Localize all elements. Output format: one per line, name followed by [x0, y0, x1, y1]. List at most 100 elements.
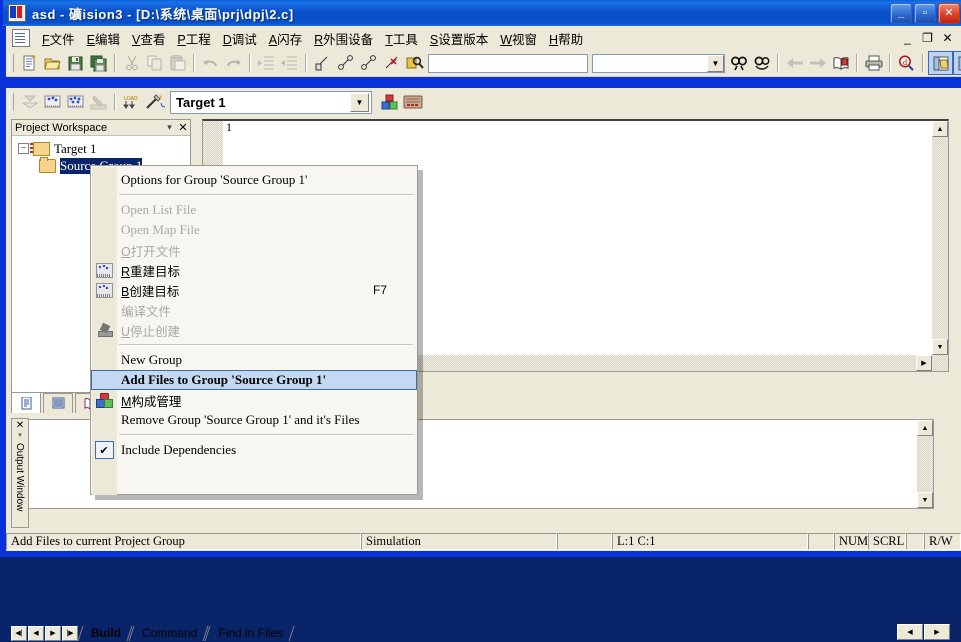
- nav-next-button[interactable]: ▶: [45, 626, 61, 641]
- replace-icon[interactable]: [750, 52, 773, 74]
- mdi-restore-button[interactable]: ❐: [918, 29, 937, 46]
- menu-peripherals[interactable]: R外围设备: [308, 26, 379, 51]
- toolbar-grip[interactable]: [9, 54, 14, 72]
- menu-debug[interactable]: D调试: [217, 26, 263, 51]
- tree-node-target[interactable]: – Target 1: [18, 140, 190, 157]
- editor-vertical-scrollbar[interactable]: ▲ ▼: [932, 121, 948, 371]
- output-close-icon[interactable]: ✕: [12, 420, 28, 431]
- output-minimize-icon[interactable]: ▾: [12, 431, 28, 439]
- download-icon[interactable]: LOAD: [120, 91, 143, 113]
- rebuild-all-icon[interactable]: [64, 91, 87, 113]
- panel-minimize-icon[interactable]: ▾: [163, 122, 176, 133]
- build-icon: [91, 281, 117, 299]
- menu-item-new-group[interactable]: New Group: [91, 350, 417, 370]
- document-icon: [12, 29, 30, 47]
- forward-icon[interactable]: [806, 52, 829, 74]
- scroll-down-icon[interactable]: ▼: [917, 492, 933, 508]
- nav-last-button[interactable]: |▶: [62, 626, 78, 641]
- scroll-down-icon[interactable]: ▼: [932, 339, 948, 355]
- menu-help[interactable]: H帮助: [543, 26, 589, 51]
- tab-find-in-files[interactable]: Find in Files: [206, 625, 292, 642]
- translate-icon[interactable]: [18, 91, 41, 113]
- scroll-up-icon[interactable]: ▲: [917, 420, 933, 436]
- output-horizontal-scrollbar[interactable]: ◀ ▶: [897, 624, 957, 641]
- build-target-icon[interactable]: [41, 91, 64, 113]
- hscroll-right-icon[interactable]: ▶: [924, 624, 950, 640]
- menu-item-rebuild-target-mnemonic: R: [121, 265, 130, 279]
- nav-prev-button[interactable]: ◀: [28, 626, 44, 641]
- nav-first-button[interactable]: ◀|: [11, 626, 27, 641]
- menu-view[interactable]: V查看: [126, 26, 171, 51]
- outdent-icon[interactable]: [278, 52, 301, 74]
- toggle-bookmark-icon[interactable]: [311, 52, 334, 74]
- find-in-files-icon[interactable]: [403, 52, 426, 74]
- scroll-right-icon[interactable]: ▶: [916, 355, 932, 371]
- close-button[interactable]: ✕: [938, 3, 960, 24]
- open-file-icon[interactable]: [41, 52, 64, 74]
- menu-tools[interactable]: T工具: [379, 26, 424, 51]
- save-all-icon[interactable]: [87, 52, 110, 74]
- menu-help-label: 帮助: [558, 33, 583, 47]
- menu-item-rebuild-target[interactable]: R重建目标: [91, 260, 417, 280]
- multiproject-icon[interactable]: [401, 91, 424, 113]
- scroll-up-icon[interactable]: ▲: [932, 121, 948, 137]
- find-input[interactable]: [428, 54, 588, 73]
- tree-expander-icon[interactable]: –: [18, 143, 29, 154]
- back-icon[interactable]: [783, 52, 806, 74]
- menu-file[interactable]: F文件: [36, 26, 81, 51]
- undo-icon[interactable]: [199, 52, 222, 74]
- target-selector[interactable]: Target 1 ▼: [170, 91, 372, 114]
- redo-icon[interactable]: [222, 52, 245, 74]
- tab-command[interactable]: Command: [130, 625, 206, 642]
- toolbar-grip[interactable]: [9, 93, 14, 111]
- books-window-icon[interactable]: [953, 51, 961, 75]
- manage-components-icon[interactable]: [378, 91, 401, 113]
- mdi-minimize-button[interactable]: _: [898, 29, 917, 46]
- menu-item-manage-components[interactable]: M构成管理: [91, 390, 417, 410]
- checkbox-checked-icon[interactable]: ✔: [91, 441, 117, 459]
- title-bar: asd - 礦ision3 - [D:\系统\桌面\prj\dpj\2.c] _…: [3, 0, 961, 26]
- batch-build-icon[interactable]: [87, 91, 110, 113]
- target-options-icon[interactable]: [143, 91, 166, 113]
- cut-icon[interactable]: [120, 52, 143, 74]
- save-icon[interactable]: [64, 52, 87, 74]
- menu-item-icon-slot: [91, 221, 117, 239]
- menu-item-build-target-label: B创建目标: [117, 281, 373, 300]
- next-bookmark-icon[interactable]: [334, 52, 357, 74]
- open-include-icon[interactable]: [829, 52, 852, 74]
- menu-edit[interactable]: E编辑: [81, 26, 126, 51]
- menu-item-include-dependencies[interactable]: ✔ Include Dependencies: [91, 440, 417, 460]
- output-vertical-scrollbar[interactable]: ▲ ▼: [917, 420, 933, 508]
- menu-svcs[interactable]: S设置版本: [424, 26, 494, 51]
- paste-icon[interactable]: [166, 52, 189, 74]
- prev-bookmark-icon[interactable]: [357, 52, 380, 74]
- minimize-button[interactable]: _: [890, 3, 912, 24]
- find-symbol-icon[interactable]: d: [895, 52, 918, 74]
- mdi-close-button[interactable]: ✕: [938, 29, 957, 46]
- menu-item-options-for-group[interactable]: Options for Group 'Source Group 1': [91, 170, 417, 190]
- status-blank-1: [557, 533, 612, 550]
- menu-project[interactable]: P工程: [171, 26, 216, 51]
- new-file-icon[interactable]: [18, 52, 41, 74]
- menu-flash[interactable]: A闪存: [263, 26, 308, 51]
- copy-icon[interactable]: [143, 52, 166, 74]
- menu-window[interactable]: W视窗: [494, 26, 543, 51]
- panel-close-icon[interactable]: ✕: [176, 121, 190, 134]
- menu-item-build-target[interactable]: B创建目标 F7: [91, 280, 417, 300]
- menu-item-remove-group[interactable]: Remove Group 'Source Group 1' and it's F…: [91, 410, 417, 430]
- tab-files[interactable]: [11, 392, 41, 413]
- print-icon[interactable]: [862, 52, 885, 74]
- tab-build[interactable]: Build: [79, 625, 130, 642]
- clear-bookmarks-icon[interactable]: [380, 52, 403, 74]
- maximize-button[interactable]: ▫: [914, 3, 936, 24]
- find-icon[interactable]: [727, 52, 750, 74]
- chevron-down-icon[interactable]: ▼: [350, 93, 369, 112]
- indent-icon[interactable]: [255, 52, 278, 74]
- find-combo[interactable]: ▼: [592, 54, 725, 73]
- project-window-icon[interactable]: [928, 51, 953, 75]
- chevron-down-icon[interactable]: ▼: [707, 55, 724, 72]
- hscroll-left-icon[interactable]: ◀: [897, 624, 923, 640]
- menu-item-add-files-to-group[interactable]: Add Files to Group 'Source Group 1': [91, 370, 417, 390]
- tab-regs[interactable]: [43, 393, 73, 413]
- menu-item-manage-components-text: 构成管理: [131, 395, 181, 409]
